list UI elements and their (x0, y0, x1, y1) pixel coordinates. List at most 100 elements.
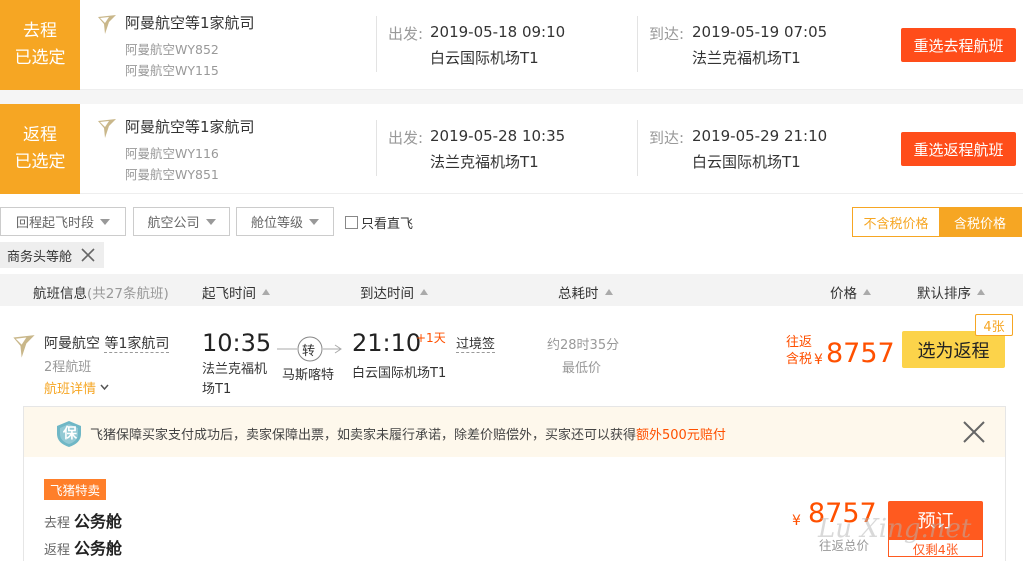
depart-label: 出发: (388, 129, 424, 147)
arrive-label: 到达: (649, 129, 685, 147)
return-cabin-value: 公务舱 (74, 539, 123, 558)
col-sort-label: 默认排序 (917, 286, 971, 302)
cabin-filter-label: 舱位等级 (250, 216, 303, 231)
airline-filter-label: 航空公司 (147, 216, 200, 231)
remove-filter-icon[interactable] (80, 247, 96, 263)
reselect-return-button[interactable]: 重选返程航班 (901, 132, 1016, 166)
arrive-airport: 法兰克福机场T1 (692, 49, 801, 67)
tax-price-toggle: 不含税价格 含税价格 (852, 207, 1022, 237)
reselect-outbound-button[interactable]: 重选去程航班 (901, 28, 1016, 62)
result-arrive-airport: 白云国际机场T1 (352, 366, 447, 381)
col-depart-label: 起飞时间 (202, 286, 256, 302)
chevron-down-icon (100, 384, 109, 391)
sort-default[interactable]: 默认排序 (917, 282, 985, 302)
depart-time: 2019-05-28 10:35 (430, 127, 566, 145)
result-arrive-time: 21:10 (352, 329, 422, 357)
sort-arrive-time[interactable]: 到达时间 (360, 282, 428, 302)
badge-top: 返程 (23, 125, 57, 145)
outbound-cabin: 去程 公务舱 (44, 508, 122, 532)
result-legs: 2程航班 (44, 360, 92, 375)
flash-sale-tag: 飞猪特卖 (44, 479, 107, 500)
tax-included-option[interactable]: 含税价格 (939, 208, 1021, 236)
transfer-label: 转 (302, 344, 316, 359)
next-day-badge: +1天 (416, 331, 446, 345)
checkbox-box[interactable] (345, 216, 358, 229)
currency-symbol: ¥ (814, 352, 823, 368)
arrive-airport: 白云国际机场T1 (692, 153, 801, 171)
sort-duration[interactable]: 总耗时 (558, 282, 613, 302)
arrive-time: 2019-05-19 07:05 (692, 23, 828, 41)
airline-dropdown[interactable]: 航空公司 (133, 207, 230, 236)
depart-airport: 法兰克福机场T1 (430, 153, 539, 171)
time-slot-label: 回程起飞时段 (15, 216, 94, 231)
watermark: Lu Xing.net (818, 514, 972, 544)
outbound-cabin-label: 去程 (44, 516, 71, 531)
col-flight-info: 航班信息 (共27条航班) (33, 282, 169, 302)
guarantee-banner: 保 飞猪保障买家支付成功后，卖家保障出票，如卖家未履行承诺，除差价赔偿外，买家还… (24, 407, 1005, 457)
seats-badge: 4张 (975, 314, 1013, 336)
divider (376, 120, 377, 176)
guarantee-text: 飞猪保障买家支付成功后，卖家保障出票，如卖家未履行承诺，除差价赔偿外，买家还可以… (90, 424, 726, 443)
close-icon[interactable] (962, 420, 986, 444)
return-cabin-label: 返程 (44, 543, 71, 558)
badge-bottom: 已选定 (14, 48, 66, 68)
flight-number-1: 阿曼航空WY116 (125, 146, 219, 161)
divider (637, 16, 638, 72)
badge-bottom: 已选定 (14, 152, 66, 172)
time-slot-dropdown[interactable]: 回程起飞时段 (0, 207, 126, 236)
airline-logo-icon (98, 119, 116, 138)
caret-down-icon (205, 218, 216, 225)
cabin-dropdown[interactable]: 舱位等级 (236, 207, 334, 236)
flight-details-link[interactable]: 航班详情 (44, 378, 109, 397)
airline-logo-icon (13, 335, 35, 358)
arrive-label: 到达: (649, 25, 685, 43)
depart-time: 2019-05-18 09:10 (430, 23, 566, 41)
sort-up-icon (262, 289, 270, 295)
transfer-city: 马斯喀特 (282, 368, 335, 383)
return-leg: 返程 已选定 阿曼航空等1家航司 阿曼航空WY116 阿曼航空WY851 出发:… (0, 104, 1023, 194)
tax-excluded-option[interactable]: 不含税价格 (853, 208, 939, 236)
sort-up-icon (604, 289, 613, 295)
select-return-button[interactable]: 选为返程 (902, 331, 1005, 368)
leg-gap (0, 90, 1023, 104)
result-airline-name: 阿曼航空 (44, 336, 100, 352)
outbound-leg: 去程 已选定 阿曼航空等1家航司 阿曼航空WY852 阿曼航空WY115 出发:… (0, 0, 1023, 90)
direct-only-checkbox[interactable]: 只看直飞 (345, 213, 413, 232)
caret-down-icon (309, 218, 319, 225)
sort-up-icon (420, 289, 428, 295)
caret-down-icon (100, 218, 110, 225)
result-airline: 阿曼航空 等1家航司 (44, 333, 170, 353)
return-selected-badge: 返程 已选定 (0, 104, 80, 194)
col-count: (共27条航班) (87, 286, 169, 302)
flight-details-label: 航班详情 (44, 382, 97, 397)
col-price-label: 价格 (830, 286, 857, 302)
lowest-price-label: 最低价 (562, 361, 602, 376)
airline-name: 阿曼航空等1家航司 (125, 118, 255, 136)
flight-number-1: 阿曼航空WY852 (125, 42, 219, 57)
guarantee-highlight: 额外500元赔付 (636, 428, 726, 443)
price-type-2: 含税 (786, 352, 813, 367)
result-airline-more[interactable]: 等1家航司 (104, 336, 170, 353)
col-info-label: 航班信息 (33, 286, 87, 302)
active-filter-tag: 商务头等舱 (0, 242, 104, 268)
outbound-selected-badge: 去程 已选定 (0, 0, 80, 90)
sort-up-icon (977, 289, 985, 295)
direct-only-label: 只看直飞 (361, 217, 414, 232)
sort-depart-time[interactable]: 起飞时间 (202, 282, 270, 302)
price-type: 往返 含税 (786, 334, 812, 368)
divider (376, 16, 377, 72)
result-depart-airport: 法兰克福机场T1 (202, 362, 268, 397)
active-filter-label: 商务头等舱 (7, 249, 73, 265)
return-cabin: 返程 公务舱 (44, 535, 122, 559)
result-price: 8757 (826, 338, 895, 369)
airline-name: 阿曼航空等1家航司 (125, 14, 255, 32)
flight-number-2: 阿曼航空WY851 (125, 167, 219, 182)
sort-price[interactable]: 价格 (830, 282, 871, 302)
detail-currency: ¥ (792, 513, 801, 529)
col-duration-label: 总耗时 (558, 286, 599, 302)
airline-logo-icon (98, 15, 116, 34)
flight-number-2: 阿曼航空WY115 (125, 63, 219, 78)
col-arrive-label: 到达时间 (360, 286, 414, 302)
arrive-time: 2019-05-29 21:10 (692, 127, 828, 145)
transit-visa-link[interactable]: 过境签 (456, 333, 496, 353)
